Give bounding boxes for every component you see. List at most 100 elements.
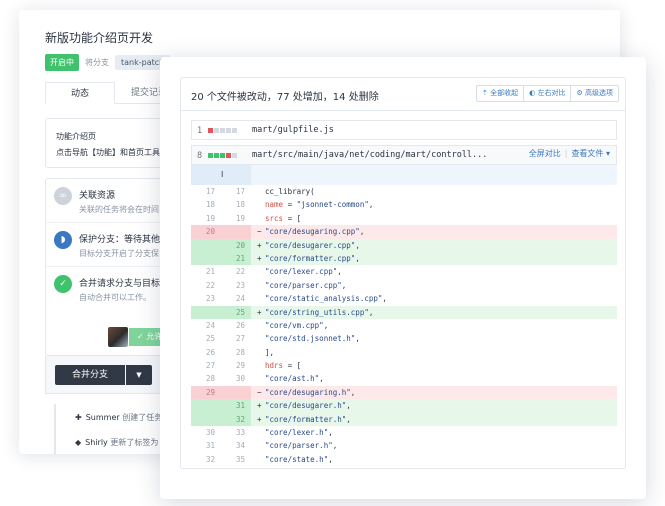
old-line-number[interactable]: 27: [191, 359, 221, 372]
timeline-item: ◆ Shirly 更新了标签为: [75, 437, 158, 448]
new-line-number[interactable]: 34: [221, 439, 251, 452]
code-text: "core/desugaring.h",: [265, 387, 356, 397]
code-text: hdrs = [: [265, 361, 302, 371]
new-line-number[interactable]: 21: [221, 251, 251, 266]
old-line-number[interactable]: 19: [191, 212, 221, 225]
old-line-number[interactable]: [191, 412, 221, 427]
new-line-number[interactable]: 29: [221, 359, 251, 372]
fullscreen-compare-link[interactable]: 全屏对比: [529, 149, 561, 158]
diff-line-ctx: 22 23 "core/parser.cpp",: [191, 279, 617, 292]
code-text: srcs = [: [265, 213, 302, 223]
diff-line-ctx: 31 34 "core/parser.h",: [191, 439, 617, 452]
new-line-number[interactable]: 22: [221, 265, 251, 278]
diff-button-group: ⇡ 全部收起 ◐ 左右对比 ⚙ 高级选项: [476, 85, 619, 102]
new-line-number[interactable]: 19: [221, 212, 251, 225]
old-line-number[interactable]: [191, 399, 221, 413]
caret-down-icon[interactable]: ▼: [126, 365, 152, 385]
hunk-expander[interactable]: I: [191, 165, 617, 185]
diff-sign: +: [257, 401, 262, 411]
new-line-number[interactable]: 27: [221, 332, 251, 345]
check-title: 保护分支：等待其他: [79, 235, 161, 245]
diff-panel: 20 个文件被改动，77 处增加，14 处删除 ⇡ 全部收起 ◐ 左右对比 ⚙ …: [180, 77, 626, 469]
diff-line-ctx: 25 27 "core/std.jsonnet.h",: [191, 332, 617, 345]
stage: 新版功能介绍页开发 开启中 将分支 tank-patch 动态 提交记录 功能介…: [0, 0, 665, 506]
check-sub: 目标分支开启了分支保: [79, 249, 159, 258]
tab-activity[interactable]: 动态: [45, 82, 115, 104]
old-line-number[interactable]: 29: [191, 385, 221, 400]
new-line-number[interactable]: 35: [221, 453, 251, 466]
old-line-number[interactable]: 31: [191, 439, 221, 452]
old-line-number[interactable]: 26: [191, 346, 221, 359]
diff-line-ctx: 17 17 cc_library(: [191, 185, 617, 198]
diff-line-ctx: 24 26 "core/vm.cpp",: [191, 319, 617, 332]
code-text: "core/static_analysis.h",: [265, 466, 378, 468]
code-text: "core/state.h",: [265, 454, 333, 464]
file-path: mart/src/main/java/net/coding/mart/contr…: [252, 150, 488, 160]
old-line-number[interactable]: [191, 251, 221, 266]
code-text: cc_library(: [265, 187, 315, 196]
old-line-number[interactable]: 28: [191, 372, 221, 385]
collapse-all-label: 全部收起: [490, 89, 519, 97]
advanced-options-button[interactable]: ⚙ 高级选项: [571, 86, 618, 101]
diff-line-ctx: 23 24 "core/static_analysis.cpp",: [191, 292, 617, 305]
old-line-number[interactable]: 20: [191, 225, 221, 239]
file-row[interactable]: 1 mart/gulpfile.js: [191, 120, 617, 140]
code-text: "core/formatter.h",: [265, 414, 351, 424]
old-line-number[interactable]: [191, 238, 221, 252]
link-icon: ∞: [54, 187, 72, 205]
old-line-number[interactable]: 25: [191, 332, 221, 345]
new-line-number[interactable]: 24: [221, 292, 251, 305]
new-line-number[interactable]: [221, 385, 251, 400]
new-line-number[interactable]: 20: [221, 238, 251, 252]
new-line-number[interactable]: 30: [221, 372, 251, 385]
code-text: "core/ast.h",: [265, 374, 324, 384]
side-by-side-label: 左右对比: [537, 89, 566, 97]
old-line-number[interactable]: 30: [191, 426, 221, 439]
check-title: 合并请求分支与目标: [79, 279, 161, 289]
code-diff: 17 17 cc_library( 18 18 name = "jsonnet-comm…: [191, 185, 617, 468]
new-line-number[interactable]: 36: [221, 466, 251, 468]
old-line-number[interactable]: 17: [191, 185, 221, 198]
side-by-side-button[interactable]: ◐ 左右对比: [524, 86, 572, 101]
old-line-number[interactable]: [191, 305, 221, 319]
file-row-expanded[interactable]: 8 mart/src/main/java/net/coding/mart/con…: [191, 145, 617, 165]
new-line-number[interactable]: 31: [221, 399, 251, 413]
new-line-number[interactable]: 28: [221, 346, 251, 359]
expand-cursor-icon: I: [221, 170, 224, 179]
diff-line-add: 20 + "core/desugarer.cpp",: [191, 238, 617, 252]
new-line-number[interactable]: 25: [221, 305, 251, 319]
old-line-number[interactable]: 32: [191, 453, 221, 466]
file-actions: 全屏对比 | 查看文件 ▾: [528, 149, 610, 158]
new-line-number[interactable]: 26: [221, 319, 251, 332]
collapse-all-button[interactable]: ⇡ 全部收起: [477, 86, 525, 101]
old-line-number[interactable]: 18: [191, 198, 221, 211]
timeline-user[interactable]: Summer: [86, 413, 120, 422]
old-line-number[interactable]: 22: [191, 279, 221, 292]
view-file-link[interactable]: 查看文件 ▾: [571, 149, 610, 158]
old-line-number[interactable]: 33: [191, 466, 221, 468]
new-line-number[interactable]: 32: [221, 412, 251, 427]
new-line-number[interactable]: 23: [221, 279, 251, 292]
diff-sign: −: [257, 387, 262, 397]
diff-sign: +: [257, 307, 262, 317]
change-bars: [208, 153, 237, 158]
new-line-number[interactable]: 18: [221, 198, 251, 211]
avatar: [108, 327, 128, 347]
diff-line-add: 32 + "core/formatter.h",: [191, 412, 617, 427]
merge-button[interactable]: 合并分支: [55, 365, 125, 385]
new-line-number[interactable]: 33: [221, 426, 251, 439]
diff-line-add: 21 + "core/formatter.cpp",: [191, 251, 617, 266]
new-line-number[interactable]: 17: [221, 185, 251, 198]
old-line-number[interactable]: 21: [191, 265, 221, 278]
code-text: "core/desugarer.h",: [265, 401, 351, 411]
timeline-user[interactable]: Shirly: [85, 438, 108, 447]
new-line-number[interactable]: [221, 225, 251, 239]
diff-line-ctx: 18 18 name = "jsonnet-common",: [191, 198, 617, 211]
old-line-number[interactable]: 23: [191, 292, 221, 305]
old-line-number[interactable]: 24: [191, 319, 221, 332]
code-text: "core/desugarer.cpp",: [265, 240, 360, 250]
branch-prefix: 将分支: [85, 57, 109, 67]
diff-line-ctx: 30 33 "core/lexer.h",: [191, 426, 617, 439]
diff-line-del: 29 − "core/desugaring.h",: [191, 385, 617, 400]
diff-line-ctx: 27 29 hdrs = [: [191, 359, 617, 372]
